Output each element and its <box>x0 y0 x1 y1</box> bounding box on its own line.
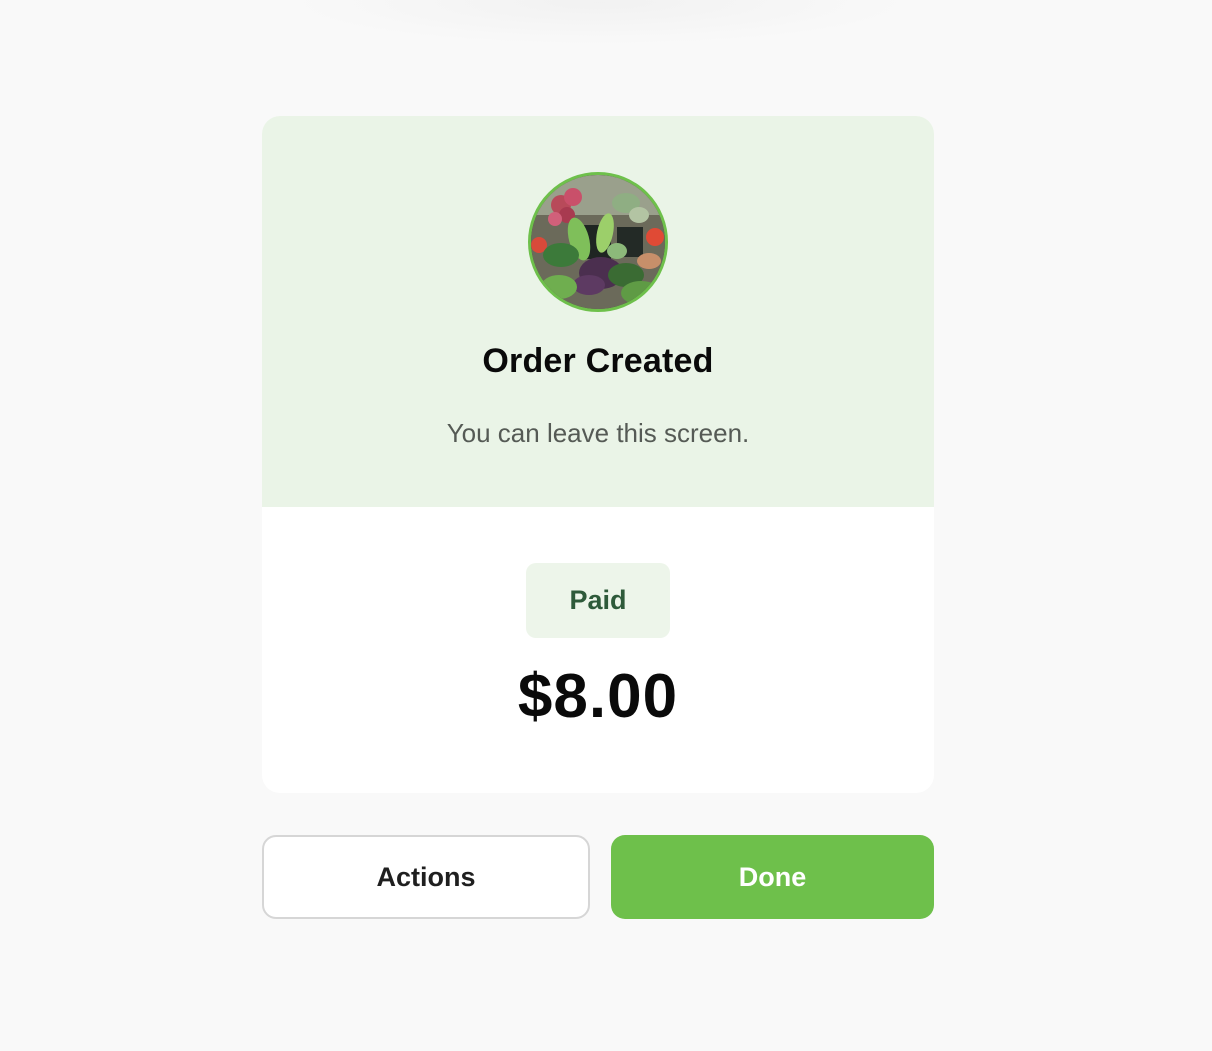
produce-avatar-image <box>528 172 668 312</box>
order-header: Order Created You can leave this screen. <box>262 116 934 507</box>
order-subtitle: You can leave this screen. <box>446 418 750 448</box>
done-button[interactable]: Done <box>611 835 934 919</box>
actions-button[interactable]: Actions <box>262 835 590 919</box>
top-decorative-glow <box>290 0 910 45</box>
order-amount: $8.00 <box>517 662 679 731</box>
order-title: Order Created <box>482 342 714 380</box>
payment-status-badge: Paid <box>526 563 670 638</box>
order-confirmation-card: Order Created You can leave this screen.… <box>262 116 934 793</box>
